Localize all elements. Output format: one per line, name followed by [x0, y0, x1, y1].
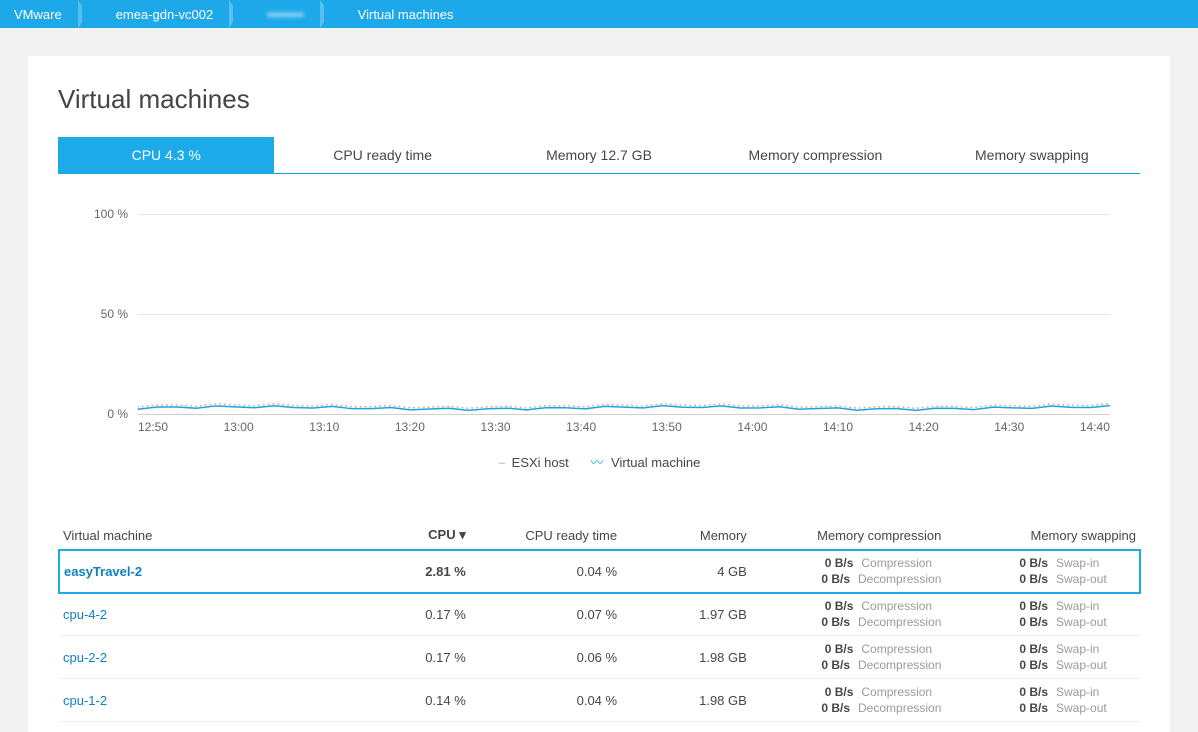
- legend-swatch-vm: 〰: [590, 455, 603, 470]
- tab[interactable]: CPU 4.3 %: [58, 137, 274, 174]
- y-tick-label: 0 %: [78, 407, 128, 421]
- tab[interactable]: Memory compression: [707, 137, 923, 174]
- cpu-chart: 100 %50 %0 % 12:5013:0013:1013:2013:3013…: [58, 214, 1140, 471]
- x-tick-label: 12:50: [138, 420, 168, 434]
- x-tick-label: 13:10: [309, 420, 339, 434]
- breadcrumb-item[interactable]: ••••••••: [253, 0, 323, 28]
- y-tick-label: 100 %: [78, 207, 128, 221]
- x-tick-label: 13:50: [652, 420, 682, 434]
- col-cpu[interactable]: CPU ▾: [362, 521, 470, 550]
- tab[interactable]: Memory 12.7 GB: [491, 137, 707, 174]
- x-tick-label: 14:10: [823, 420, 853, 434]
- col-memcomp[interactable]: Memory compression: [751, 521, 946, 550]
- vm-name-link[interactable]: cpu-2-2: [63, 650, 107, 665]
- x-tick-label: 14:00: [737, 420, 767, 434]
- x-tick-label: 14:40: [1080, 420, 1110, 434]
- tab[interactable]: Memory swapping: [924, 137, 1140, 174]
- col-name[interactable]: Virtual machine: [59, 521, 362, 550]
- x-tick-label: 13:40: [566, 420, 596, 434]
- vm-name-link[interactable]: easyTravel-2: [64, 564, 142, 579]
- breadcrumb-item[interactable]: emea-gdn-vc002: [102, 0, 234, 28]
- page-title: Virtual machines: [58, 84, 1140, 115]
- x-tick-label: 13:20: [395, 420, 425, 434]
- table-row[interactable]: cpu-1-20.14 %0.04 %1.98 GB0 B/sCompressi…: [59, 679, 1140, 722]
- breadcrumb: VMware emea-gdn-vc002 •••••••• Virtual mach…: [0, 0, 1198, 28]
- y-tick-label: 50 %: [78, 307, 128, 321]
- x-tick-label: 14:30: [994, 420, 1024, 434]
- chart-legend: ∙∙∙∙ ESXi host 〰 Virtual machine: [78, 452, 1120, 471]
- breadcrumb-item[interactable]: Virtual machines: [344, 0, 474, 28]
- table-row[interactable]: cpu-2-20.17 %0.06 %1.98 GB0 B/sCompressi…: [59, 636, 1140, 679]
- legend-swatch-esxi: ∙∙∙∙: [498, 455, 504, 470]
- table-row[interactable]: cpu-4-20.17 %0.07 %1.97 GB0 B/sCompressi…: [59, 593, 1140, 636]
- x-tick-label: 13:00: [224, 420, 254, 434]
- x-tick-label: 14:20: [909, 420, 939, 434]
- breadcrumb-item[interactable]: VMware: [0, 0, 82, 28]
- col-memswap[interactable]: Memory swapping: [945, 521, 1140, 550]
- col-ready[interactable]: CPU ready time: [470, 521, 621, 550]
- legend-label-vm: Virtual machine: [611, 455, 700, 470]
- x-tick-label: 13:30: [481, 420, 511, 434]
- main-card: Virtual machines CPU 4.3 %CPU ready time…: [28, 56, 1170, 732]
- col-memory[interactable]: Memory: [621, 521, 751, 550]
- vm-table: Virtual machine CPU ▾ CPU ready time Mem…: [58, 521, 1140, 722]
- table-row[interactable]: easyTravel-22.81 %0.04 %4 GB0 B/sCompres…: [59, 550, 1140, 593]
- tab[interactable]: CPU ready time: [274, 137, 490, 174]
- legend-label-esxi: ESXi host: [512, 455, 569, 470]
- vm-name-link[interactable]: cpu-4-2: [63, 607, 107, 622]
- tab-bar: CPU 4.3 %CPU ready timeMemory 12.7 GBMem…: [58, 137, 1140, 174]
